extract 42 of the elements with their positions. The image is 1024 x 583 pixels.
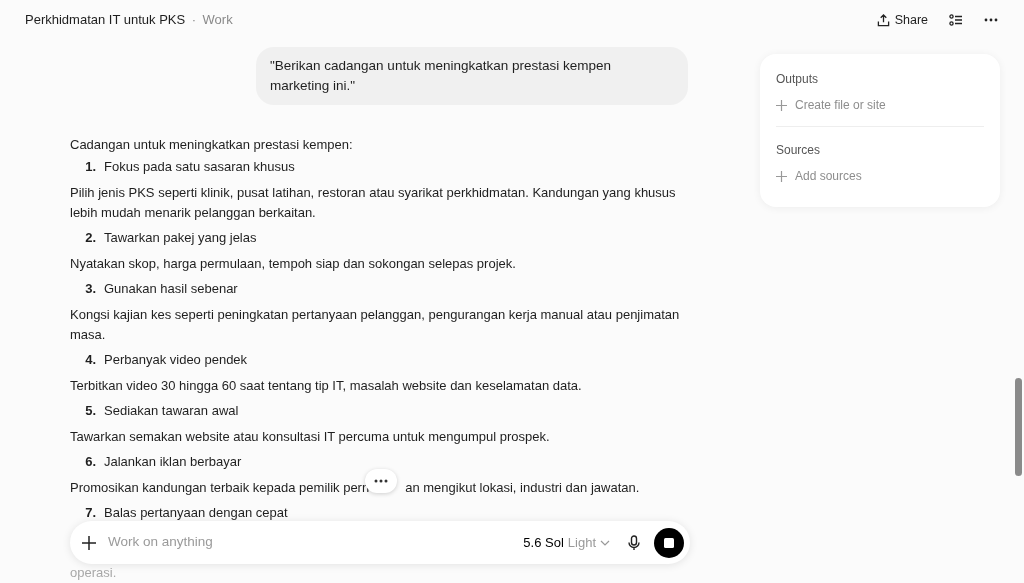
conversation-title: Perkhidmatan IT untuk PKS bbox=[25, 11, 186, 30]
list-item-title: Balas pertanyaan dengan cepat bbox=[104, 504, 288, 522]
list-number: 1. bbox=[84, 158, 96, 176]
list-number: 7. bbox=[84, 504, 96, 522]
paragraph: an mengikut lokasi, industri dan jawatan. bbox=[405, 480, 640, 495]
plus-icon bbox=[776, 99, 787, 111]
list-item-title: Jalankan iklan berbayar bbox=[104, 453, 242, 471]
list-item-title: Gunakan hasil sebenar bbox=[104, 280, 238, 298]
share-button[interactable]: Share bbox=[872, 8, 932, 32]
workspace-label[interactable]: Work bbox=[202, 10, 233, 30]
paragraph: Kongsi kajian kes seperti peningkatan pertanyaan pelanggan, pengurangan kerja manual atau penjimatan masa. bbox=[70, 307, 680, 342]
microphone-icon[interactable] bbox=[628, 534, 640, 551]
list-item-title: Fokus pada satu sasaran khusus bbox=[104, 158, 295, 176]
section-heading: Outputs bbox=[776, 71, 820, 88]
list-number: 6. bbox=[84, 453, 96, 471]
add-icon[interactable] bbox=[82, 535, 96, 550]
add-action[interactable]: Add sources bbox=[776, 167, 862, 185]
list-number: 3. bbox=[84, 280, 96, 298]
model-selector[interactable]: 5.6 Sol Light bbox=[523, 532, 610, 553]
paragraph: Terbitkan video 30 hingga 60 saat tentang tip IT, masalah website dan keselamatan data. bbox=[70, 378, 582, 393]
add-action[interactable]: Create file or site bbox=[776, 96, 886, 114]
separator-dot: · bbox=[191, 11, 197, 30]
response-intro: Cadangan untuk meningkatkan prestasi kempen: bbox=[70, 136, 354, 154]
list-number: 5. bbox=[84, 402, 96, 420]
stop-button[interactable] bbox=[654, 527, 684, 558]
list-item-title: Sediakan tawaran awal bbox=[104, 402, 239, 420]
share-icon bbox=[876, 13, 890, 27]
list-item-title: Tawarkan pakej yang jelas bbox=[104, 229, 257, 247]
stop-icon bbox=[664, 537, 674, 548]
chevron-down-icon bbox=[600, 539, 610, 546]
paragraph: Pilih jenis PKS seperti klinik, pusat latihan, restoran atau syarikat perkhidmatan. Kandungan yang khusus lebih mudah menarik pelanggan berkaitan. bbox=[70, 185, 676, 220]
list-item-title: Perbanyak video pendek bbox=[104, 351, 248, 369]
composer-field[interactable]: Work on anything 5.6 Sol Light bbox=[70, 521, 690, 564]
paragraph: Nyatakan skop, harga permulaan, tempoh siap dan sokongan selepas projek. bbox=[70, 256, 516, 271]
section-heading: Sources bbox=[776, 142, 822, 159]
plus-icon bbox=[776, 170, 787, 182]
user-message: "Berikan cadangan untuk meningkatkan prestasi kempen marketing ini." bbox=[256, 47, 688, 105]
list-number: 2. bbox=[84, 229, 96, 247]
list-number: 4. bbox=[84, 351, 96, 369]
scrollbar-thumb[interactable] bbox=[1015, 378, 1022, 476]
paragraph: operasi. bbox=[70, 566, 118, 580]
paragraph: Tawarkan semakan website atau konsultasi IT percuma untuk mengumpul prospek. bbox=[70, 429, 550, 444]
